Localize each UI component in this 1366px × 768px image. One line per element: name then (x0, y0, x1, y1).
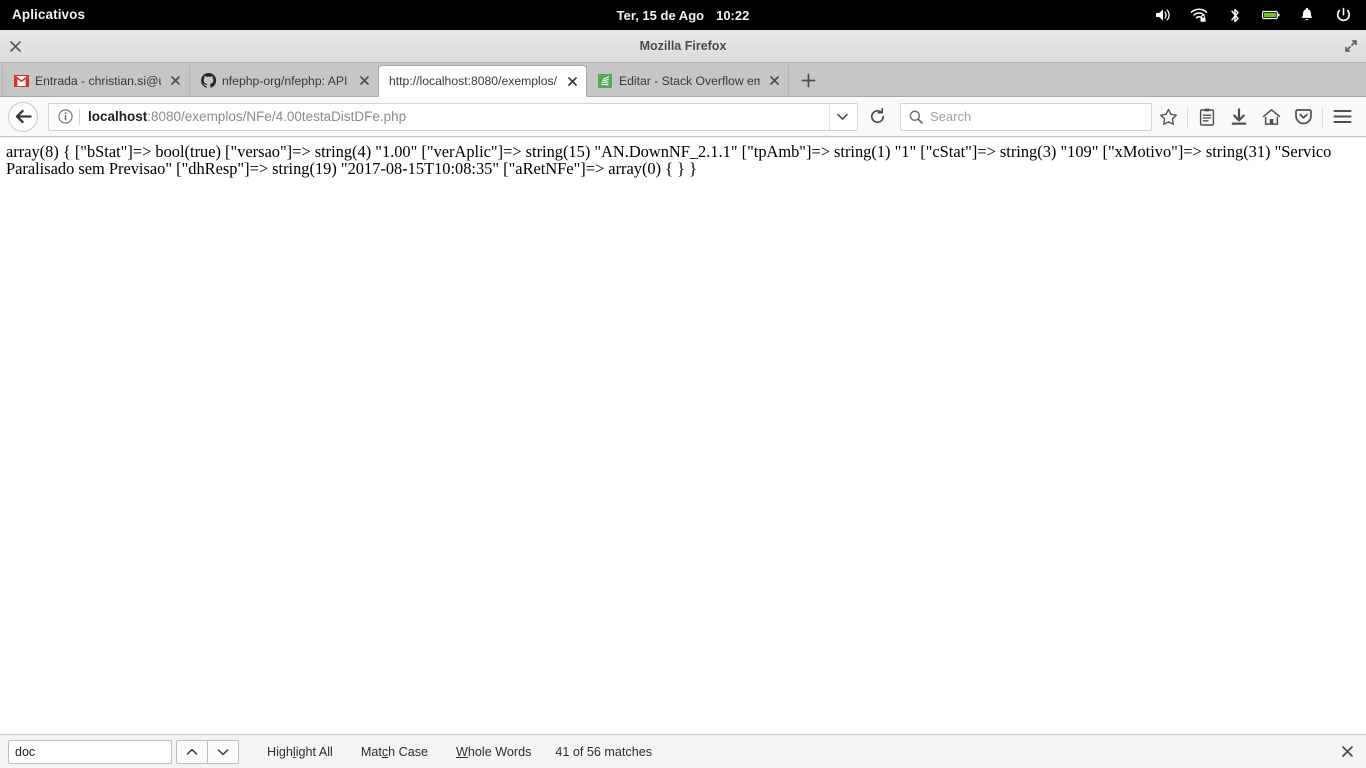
system-tray (1154, 6, 1366, 24)
url-bar[interactable]: localhost:8080/exemplos/NFe/4.00testaDis… (48, 102, 858, 131)
downloads-icon[interactable] (1223, 102, 1255, 132)
url-text: localhost:8080/exemplos/NFe/4.00testaDis… (88, 109, 829, 124)
github-icon (200, 73, 216, 89)
match-case-toggle[interactable]: Match Case (361, 745, 428, 759)
tab-strip: Entrada - christian.si@unoc nfephp-org/n… (0, 63, 1366, 97)
browser-tab-github[interactable]: nfephp-org/nfephp: API par (189, 65, 379, 96)
info-circle-icon[interactable] (55, 107, 75, 127)
page-content-area: array(8) { ["bStat"]=> bool(true) ["vers… (0, 138, 1366, 734)
search-input[interactable] (925, 108, 1145, 125)
tab-close-button[interactable] (564, 73, 580, 89)
tab-title: nfephp-org/nfephp: API par (222, 73, 350, 88)
pocket-icon[interactable] (1287, 102, 1319, 132)
find-close-button[interactable] (1336, 741, 1358, 763)
notification-bell-icon[interactable] (1298, 6, 1316, 24)
bluetooth-icon[interactable] (1226, 6, 1244, 24)
chevron-down-icon[interactable] (829, 103, 855, 130)
power-icon[interactable] (1334, 6, 1352, 24)
applications-menu-button[interactable]: Aplicativos (0, 0, 97, 30)
find-match-status: 41 of 56 matches (555, 744, 653, 759)
find-input[interactable] (8, 739, 172, 764)
find-next-button[interactable] (207, 739, 239, 764)
search-icon (907, 110, 925, 124)
stackoverflow-icon (597, 73, 613, 89)
system-top-panel: Aplicativos Ter, 15 de Ago 10:22 (0, 0, 1366, 30)
back-button[interactable] (8, 101, 38, 132)
window-maximize-button[interactable] (1336, 30, 1366, 63)
search-bar[interactable] (900, 102, 1152, 131)
toolbar-divider (1322, 106, 1323, 127)
window-title: Mozilla Firefox (639, 39, 727, 53)
browser-tab-localhost[interactable]: http://localhost:8080/exemplos/ (378, 65, 587, 97)
reload-button[interactable] (862, 102, 892, 132)
url-separator (79, 108, 80, 125)
wifi-locked-icon[interactable] (1190, 6, 1208, 24)
find-bar: Highlight All Match Case Whole Words 41 … (0, 734, 1366, 768)
tab-close-button[interactable] (766, 73, 782, 89)
find-previous-button[interactable] (176, 739, 208, 764)
browser-tab-gmail[interactable]: Entrada - christian.si@unoc (2, 65, 190, 96)
window-titlebar: Mozilla Firefox (0, 30, 1366, 63)
tab-title: http://localhost:8080/exemplos/ (389, 74, 558, 88)
clock-time: 10:22 (716, 7, 750, 23)
volume-icon[interactable] (1154, 6, 1172, 24)
highlight-all-toggle[interactable]: Highlight All (267, 745, 333, 759)
home-icon[interactable] (1255, 102, 1287, 132)
system-clock[interactable]: Ter, 15 de Ago 10:22 (617, 8, 750, 23)
var-dump-output: array(8) { ["bStat"]=> bool(true) ["vers… (6, 142, 1332, 179)
url-host: localhost (88, 109, 148, 124)
bookmark-star-icon[interactable] (1152, 102, 1184, 132)
whole-words-toggle[interactable]: Whole Words (456, 745, 531, 759)
library-icon[interactable] (1191, 102, 1223, 132)
tab-title: Editar - Stack Overflow em F (619, 73, 760, 88)
navigation-toolbar: localhost:8080/exemplos/NFe/4.00testaDis… (0, 97, 1366, 137)
clock-date: Ter, 15 de Ago (616, 7, 705, 23)
gmail-icon (13, 73, 29, 89)
browser-tab-stackoverflow[interactable]: Editar - Stack Overflow em F (586, 65, 789, 96)
battery-icon[interactable] (1262, 6, 1280, 24)
tab-title: Entrada - christian.si@unoc (35, 73, 161, 88)
tab-close-button[interactable] (167, 73, 183, 89)
tab-close-button[interactable] (356, 73, 372, 89)
menu-hamburger-icon[interactable] (1326, 102, 1358, 132)
window-close-button[interactable] (0, 30, 30, 63)
url-path: :8080/exemplos/NFe/4.00testaDistDFe.php (147, 109, 407, 124)
toolbar-divider (1187, 106, 1188, 127)
new-tab-button[interactable] (793, 65, 823, 96)
firefox-window: Mozilla Firefox Entrada - christian.si@u… (0, 30, 1366, 768)
